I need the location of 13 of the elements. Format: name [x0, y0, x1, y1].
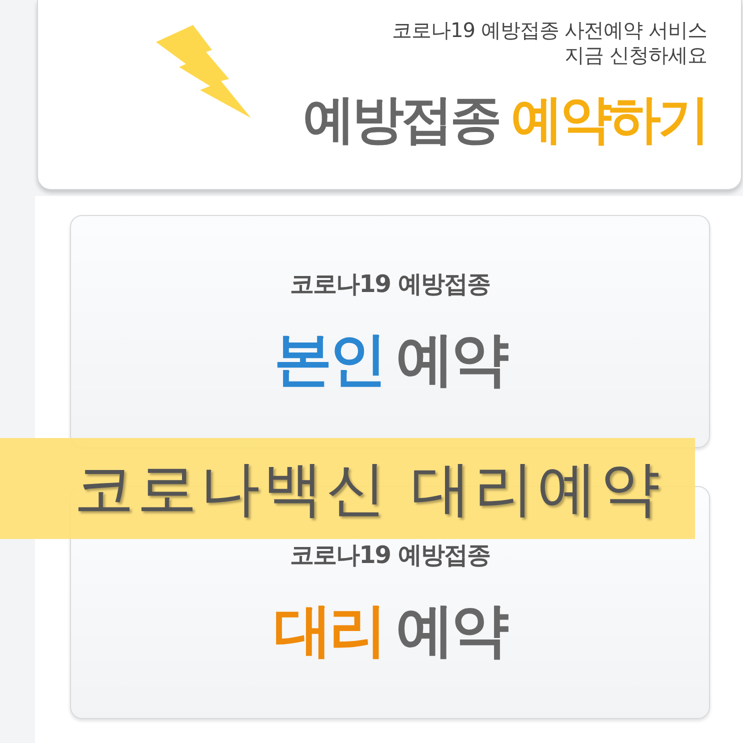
- headline-word: 예약하기: [511, 90, 707, 150]
- card-title-word: 예약: [396, 325, 506, 393]
- lightning-icon: [155, 24, 252, 119]
- promo-text: 코로나19 예방접종 사전예약 서비스: [392, 18, 707, 43]
- card-title-word: 본인: [274, 325, 384, 393]
- headline-word: 예방접종: [303, 90, 499, 150]
- card-title-word: 대리: [274, 596, 384, 664]
- promo-card[interactable]: 코로나19 예방접종 사전예약 서비스 지금 신청하세요 예방접종 예약하기: [37, 0, 742, 190]
- promo-text: 지금 신청하세요: [564, 43, 707, 68]
- card-subtitle: 코로나19 예방접종: [290, 271, 490, 297]
- card-title-word: 예약: [396, 596, 506, 664]
- card-subtitle: 코로나19 예방접종: [290, 542, 490, 568]
- reservation-card[interactable]: 코로나19 예방접종 본인 예약: [70, 215, 710, 448]
